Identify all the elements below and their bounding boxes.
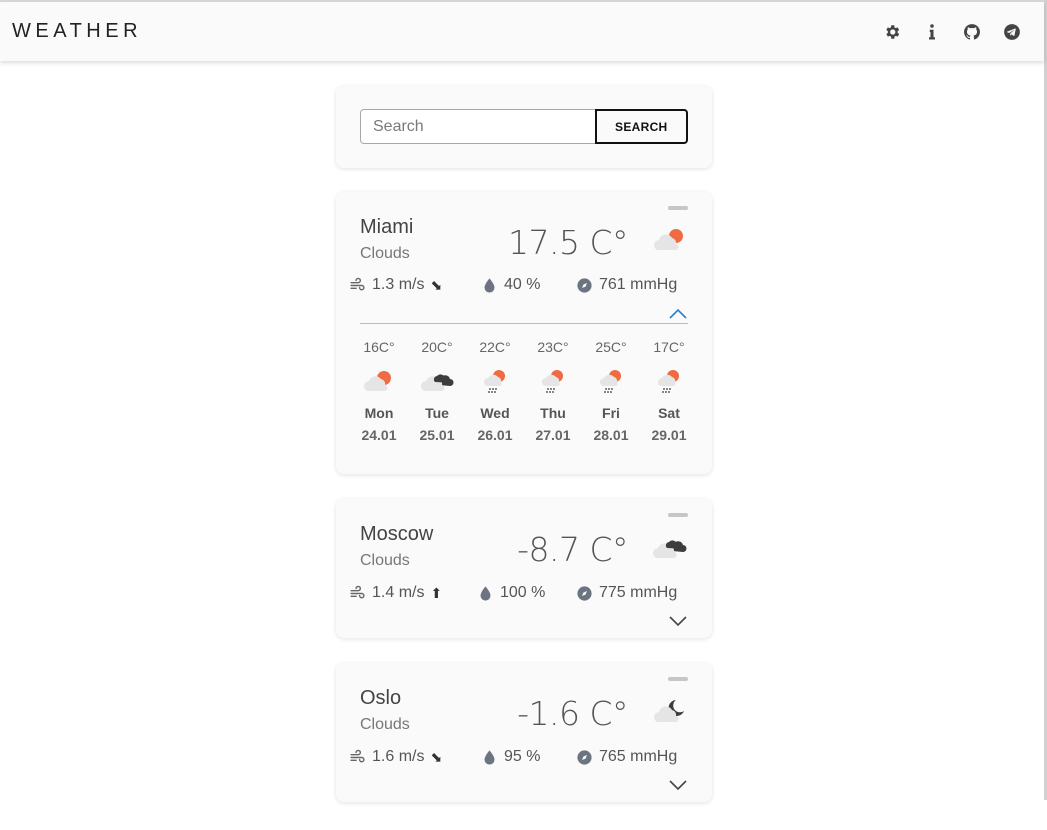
current-temperature: 17.5 C° (507, 223, 629, 262)
pressure-stat: 775 mmHg (576, 584, 677, 602)
droplet-icon (480, 585, 491, 601)
forecast-day: 25C° Fri 28.01 (582, 339, 640, 443)
forecast-day-name: Wed (480, 405, 510, 421)
pressure-value: 775 mmHg (599, 584, 678, 601)
telegram-icon (1004, 23, 1020, 40)
cloud-sun-icon (653, 229, 683, 251)
wind-stat: 1.4 m/s ⬆ (349, 584, 442, 602)
city-name: Oslo (360, 687, 402, 709)
forecast-day: 23C° Thu 27.01 (524, 339, 582, 443)
cloud-sun-icon (363, 371, 391, 392)
humidity-stat: 40 % (481, 276, 540, 294)
forecast-date: 29.01 (651, 427, 687, 443)
compass-icon (577, 749, 592, 765)
forecast-day: 17C° Sat 29.01 (640, 339, 698, 443)
wind-speed: 1.6 m/s (372, 748, 425, 765)
pressure-value: 761 mmHg (599, 276, 678, 293)
forecast-temperature: 20C° (421, 339, 453, 355)
wind-direction-icon: ⬊ (430, 748, 443, 765)
droplet-icon (484, 277, 495, 293)
forecast-day: 20C° Tue 25.01 (408, 339, 466, 443)
forecast-day-name: Fri (602, 405, 620, 421)
city-card-miami: Miami Clouds 17.5 C° 1.3 m/s ⬊ 40 % 761 … (336, 192, 712, 474)
forecast-date: 25.01 (419, 427, 455, 443)
wind-direction-icon: ⬊ (430, 276, 443, 293)
forecast-date: 27.01 (535, 427, 571, 443)
search-button[interactable]: SEARCH (594, 109, 688, 144)
app-title: WEATHER (12, 20, 143, 42)
clouds-dark-icon (652, 540, 687, 559)
forecast-temperature: 22C° (479, 339, 511, 355)
forecast-day: 16C° Mon 24.01 (350, 339, 408, 443)
compass-icon (577, 585, 592, 601)
pressure-stat: 761 mmHg (576, 276, 677, 294)
humidity-value: 40 % (504, 276, 541, 293)
info-icon (929, 23, 935, 39)
search-card: SEARCH (336, 86, 712, 168)
wind-stat: 1.3 m/s ⬊ (349, 276, 442, 294)
pressure-stat: 765 mmHg (576, 748, 677, 766)
current-temperature: -1.6 C° (517, 694, 628, 733)
remove-city-button[interactable] (668, 206, 688, 210)
forecast-date: 24.01 (361, 427, 397, 443)
forecast-temperature: 23C° (537, 339, 569, 355)
github-icon (964, 23, 980, 40)
forecast-day-name: Mon (364, 405, 394, 421)
forecast-day: 22C° Wed 26.01 (466, 339, 524, 443)
wind-icon (350, 277, 365, 290)
weather-description: Clouds (360, 716, 410, 733)
humidity-value: 95 % (504, 748, 541, 765)
cloud-moon-icon (653, 700, 684, 723)
humidity-stat: 95 % (481, 748, 540, 766)
forecast-list: 16C° Mon 24.01 20C° Tue 25.01 22C° Wed 2… (350, 339, 698, 443)
forecast-temperature: 17C° (653, 339, 685, 355)
gear-icon (886, 24, 900, 39)
rain-sun-icon (599, 370, 621, 393)
rain-sun-icon (541, 370, 563, 393)
forecast-divider (360, 323, 688, 324)
forecast-date: 26.01 (477, 427, 513, 443)
github-button[interactable] (952, 12, 992, 52)
forecast-temperature: 16C° (363, 339, 395, 355)
forecast-day-name: Sat (658, 405, 680, 421)
forecast-day-name: Tue (425, 405, 449, 421)
forecast-temperature: 25C° (595, 339, 627, 355)
chevron-down-icon[interactable] (668, 614, 688, 628)
wind-icon (350, 585, 365, 598)
rain-sun-icon (483, 370, 505, 393)
chevron-up-icon[interactable] (668, 307, 688, 321)
clouds-dark-icon (420, 374, 454, 392)
city-card-oslo: Oslo Clouds -1.6 C° 1.6 m/s ⬊ 95 % 765 m… (336, 663, 712, 802)
city-name: Miami (360, 216, 414, 238)
telegram-button[interactable] (992, 12, 1032, 52)
weather-description: Clouds (360, 245, 410, 262)
pressure-value: 765 mmHg (599, 748, 678, 765)
app-header: WEATHER (0, 2, 1044, 61)
settings-button[interactable] (872, 12, 912, 52)
rain-sun-icon (657, 370, 679, 393)
search-input[interactable] (360, 109, 595, 144)
wind-stat: 1.6 m/s ⬊ (349, 748, 442, 766)
wind-speed: 1.3 m/s (372, 276, 425, 293)
current-temperature: -8.7 C° (517, 530, 628, 569)
humidity-stat: 100 % (477, 584, 545, 602)
compass-icon (577, 277, 592, 293)
humidity-value: 100 % (500, 584, 546, 601)
header-actions (872, 12, 1032, 52)
weather-description: Clouds (360, 552, 410, 569)
forecast-day-name: Thu (540, 405, 566, 421)
wind-icon (350, 749, 365, 762)
droplet-icon (484, 749, 495, 765)
city-name: Moscow (360, 523, 434, 545)
forecast-date: 28.01 (593, 427, 629, 443)
city-card-moscow: Moscow Clouds -8.7 C° 1.4 m/s ⬆ 100 % 77… (336, 499, 712, 638)
wind-speed: 1.4 m/s (372, 584, 425, 601)
remove-city-button[interactable] (668, 677, 688, 681)
wind-direction-icon: ⬆ (430, 584, 443, 601)
chevron-down-icon[interactable] (668, 778, 688, 792)
remove-city-button[interactable] (668, 513, 688, 517)
info-button[interactable] (912, 12, 952, 52)
